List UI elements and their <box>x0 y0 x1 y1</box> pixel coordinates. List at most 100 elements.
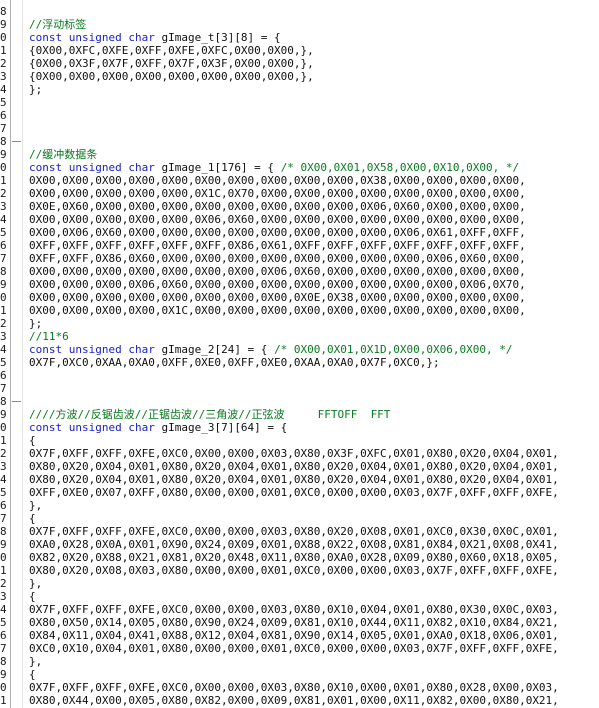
code-line[interactable]: 0 0X82,0X20,0X88,0X21,0X81,0X20,0X48,0X11… <box>0 551 599 564</box>
code-line[interactable]: 5 0XFF,0XE0,0X07,0XFF,0X80,0X00,0X00,0X01… <box>0 486 599 499</box>
code-line[interactable]: 8 <box>0 135 599 148</box>
code-line[interactable]: 9{ <box>0 668 599 681</box>
code-token: {0X00,0X3F,0X7F,0XFF,0X7F,0X3F,0X00,0X00… <box>29 57 314 70</box>
code-line[interactable]: 8}, <box>0 655 599 668</box>
code-text: 0X00,0X06,0X60,0X00,0X00,0X00,0X00,0X00,… <box>29 226 526 239</box>
line-number: 6 <box>0 369 7 382</box>
code-line[interactable]: 8 <box>0 5 599 18</box>
code-text: //缓冲数据条 <box>29 148 97 161</box>
code-token: 0X00,0X00,0X00,0X00,0X00,0X06,0X60,0X00,… <box>29 213 526 226</box>
code-line[interactable]: 7 0XC0,0X10,0X04,0X01,0X80,0X00,0X00,0X01… <box>0 642 599 655</box>
code-line[interactable]: 3 //11*6 <box>0 330 599 343</box>
code-text: 0XC0,0X10,0X04,0X01,0X80,0X00,0X00,0X01,… <box>29 642 559 655</box>
code-keyword: const unsigned char <box>29 161 155 174</box>
code-line[interactable]: 2}, <box>0 577 599 590</box>
code-line[interactable]: 9 0XA0,0X28,0X0A,0X01,0X90,0X24,0X09,0X01… <box>0 538 599 551</box>
code-line[interactable]: 1 0X00,0X00,0X00,0X00,0X00,0X00,0X00,0X00… <box>0 174 599 187</box>
fold-line-marker <box>12 401 21 402</box>
code-text: 0XFF,0XFF,0X86,0X60,0X00,0X00,0X00,0X00,… <box>29 252 526 265</box>
code-line[interactable]: 5 0X7F,0XC0,0XAA,0XA0,0XFF,0XE0,0XFF,0XE0… <box>0 356 599 369</box>
code-line[interactable]: 4}; <box>0 83 599 96</box>
code-token: 0X7F,0XFF,0XFF,0XFE,0XC0,0X00,0X00,0X03,… <box>29 447 559 460</box>
code-line[interactable]: 1 0X00,0X00,0X00,0X00,0X1C,0X00,0X00,0X00… <box>0 304 599 317</box>
line-number: 2 <box>0 447 7 460</box>
code-line[interactable]: 1 0X80,0X20,0X08,0X03,0X80,0X00,0X00,0X01… <box>0 564 599 577</box>
code-line[interactable]: 7{ <box>0 512 599 525</box>
code-line[interactable]: 3 {0X00,0X00,0X00,0X00,0X00,0X00,0X00,0X0… <box>0 70 599 83</box>
code-text: 0XFF,0XFF,0XFF,0XFF,0XFF,0XFF,0X86,0X61,… <box>29 239 526 252</box>
code-token: {0X00,0XFC,0XFE,0XFF,0XFE,0XFC,0X00,0X00… <box>29 44 314 57</box>
line-number: 5 <box>0 96 7 109</box>
code-line[interactable]: 4 0X80,0X20,0X04,0X01,0X80,0X20,0X04,0X01… <box>0 473 599 486</box>
code-line[interactable]: 7 <box>0 122 599 135</box>
code-line[interactable]: 2 0X7F,0XFF,0XFF,0XFE,0XC0,0X00,0X00,0X03… <box>0 447 599 460</box>
line-number: 0 <box>0 291 7 304</box>
code-text: 0X00,0X00,0X00,0X00,0X00,0X06,0X60,0X00,… <box>29 213 526 226</box>
code-text: 0X7F,0XFF,0XFF,0XFE,0XC0,0X00,0X00,0X03,… <box>29 525 559 538</box>
code-line[interactable]: 7 0XFF,0XFF,0X86,0X60,0X00,0X00,0X00,0X00… <box>0 252 599 265</box>
line-number: 8 <box>0 395 7 408</box>
code-line[interactable]: 9 //浮动标签 <box>0 18 599 31</box>
code-line[interactable]: 8 0X00,0X00,0X00,0X00,0X00,0X00,0X00,0X06… <box>0 265 599 278</box>
code-line[interactable]: 6 0X84,0X11,0X04,0X41,0X88,0X12,0X04,0X81… <box>0 629 599 642</box>
code-text: { <box>29 668 36 681</box>
line-number: 8 <box>0 5 7 18</box>
code-token: 0XFF,0XFF,0X86,0X60,0X00,0X00,0X00,0X00,… <box>29 252 526 265</box>
code-token: 0XFF,0XFF,0XFF,0XFF,0XFF,0XFF,0X86,0X61,… <box>29 239 526 252</box>
code-line[interactable]: 7 <box>0 382 599 395</box>
code-line[interactable]: 2}; <box>0 317 599 330</box>
code-line[interactable]: 1{ <box>0 434 599 447</box>
line-number: 9 <box>0 18 7 31</box>
code-text: 0X80,0X50,0X14,0X05,0X80,0X90,0X24,0X09,… <box>29 616 559 629</box>
code-line[interactable]: 3{ <box>0 590 599 603</box>
code-line[interactable]: 4 const unsigned char gImage_2[24] = { /*… <box>0 343 599 356</box>
code-token: 0X00,0X00,0X00,0X00,0X00,0X00,0X00,0X00,… <box>29 174 526 187</box>
code-line[interactable]: 2 {0X00,0X3F,0X7F,0XFF,0X7F,0X3F,0X00,0X0… <box>0 57 599 70</box>
code-line[interactable]: 0 0X7F,0XFF,0XFF,0XFE,0XC0,0X00,0X00,0X03… <box>0 681 599 694</box>
code-token: }, <box>29 655 43 668</box>
code-line[interactable]: 5 0X00,0X06,0X60,0X00,0X00,0X00,0X00,0X00… <box>0 226 599 239</box>
line-number: 5 <box>0 226 7 239</box>
code-line[interactable]: 9 0X00,0X00,0X00,0X06,0X60,0X00,0X00,0X00… <box>0 278 599 291</box>
code-text: const unsigned char gImage_t[3][8] = { <box>29 31 281 44</box>
code-text: 0X80,0X20,0X04,0X01,0X80,0X20,0X04,0X01,… <box>29 473 559 486</box>
code-text: 0X7F,0XFF,0XFF,0XFE,0XC0,0X00,0X00,0X03,… <box>29 681 559 694</box>
line-number: 7 <box>0 382 7 395</box>
code-line[interactable]: 1 0X80,0X44,0X00,0X05,0X80,0X82,0X00,0X09… <box>0 694 599 707</box>
code-line[interactable]: 0 const unsigned char gImage_3[7][64] = { <box>0 421 599 434</box>
code-line[interactable]: 8 0X7F,0XFF,0XFF,0XFE,0XC0,0X00,0X00,0X03… <box>0 525 599 538</box>
line-number: 3 <box>0 590 7 603</box>
code-line[interactable]: 0 const unsigned char gImage_1[176] = { /… <box>0 161 599 174</box>
line-number: 0 <box>0 681 7 694</box>
code-line[interactable]: 5 0X80,0X50,0X14,0X05,0X80,0X90,0X24,0X09… <box>0 616 599 629</box>
code-line[interactable]: 4 0X7F,0XFF,0XFF,0XFE,0XC0,0X00,0X00,0X03… <box>0 603 599 616</box>
code-line[interactable]: 9 ////方波//反锯齿波//正锯齿波//三角波//正弦波 FFTOFF FFT <box>0 408 599 421</box>
code-text: }; <box>29 83 42 96</box>
line-number: 6 <box>0 499 7 512</box>
code-line[interactable]: 0 const unsigned char gImage_t[3][8] = { <box>0 31 599 44</box>
code-line[interactable]: 4 0X00,0X00,0X00,0X00,0X00,0X06,0X60,0X00… <box>0 213 599 226</box>
code-text: 0X0E,0X60,0X00,0X00,0X00,0X00,0X00,0X00,… <box>29 200 526 213</box>
line-number: 4 <box>0 83 7 96</box>
code-token: 0X84,0X11,0X04,0X41,0X88,0X12,0X04,0X81,… <box>29 629 559 642</box>
code-line[interactable]: 9 //缓冲数据条 <box>0 148 599 161</box>
code-line[interactable]: 8 <box>0 395 599 408</box>
code-text: 0X84,0X11,0X04,0X41,0X88,0X12,0X04,0X81,… <box>29 629 559 642</box>
code-text: }, <box>29 577 42 590</box>
code-line[interactable]: 0 0X00,0X00,0X00,0X00,0X00,0X00,0X00,0X00… <box>0 291 599 304</box>
code-line[interactable]: 6 <box>0 369 599 382</box>
code-line[interactable]: 5 <box>0 96 599 109</box>
code-text: ////方波//反锯齿波//正锯齿波//三角波//正弦波 FFTOFF FFT <box>29 408 390 421</box>
line-number: 9 <box>0 148 7 161</box>
code-line[interactable]: 1 {0X00,0XFC,0XFE,0XFF,0XFE,0XFC,0X00,0X0… <box>0 44 599 57</box>
code-line[interactable]: 6 <box>0 109 599 122</box>
code-line[interactable]: 2 0X00,0X00,0X00,0X00,0X00,0X1C,0X70,0X00… <box>0 187 599 200</box>
code-editor[interactable]: 8 9//浮动标签 0 const unsigned char gImage_t[3]… <box>0 0 599 708</box>
code-comment: /* 0X00,0X01,0X58,0X00,0X10,0X00, */ <box>280 161 520 174</box>
code-line[interactable]: 3 0X0E,0X60,0X00,0X00,0X00,0X00,0X00,0X00… <box>0 200 599 213</box>
code-line[interactable]: 6}, <box>0 499 599 512</box>
code-token: 0X80,0X50,0X14,0X05,0X80,0X90,0X24,0X09,… <box>29 616 559 629</box>
line-number: 3 <box>0 460 7 473</box>
code-line[interactable]: 3 0X80,0X20,0X04,0X01,0X80,0X20,0X04,0X01… <box>0 460 599 473</box>
code-line[interactable]: 6 0XFF,0XFF,0XFF,0XFF,0XFF,0XFF,0X86,0X61… <box>0 239 599 252</box>
